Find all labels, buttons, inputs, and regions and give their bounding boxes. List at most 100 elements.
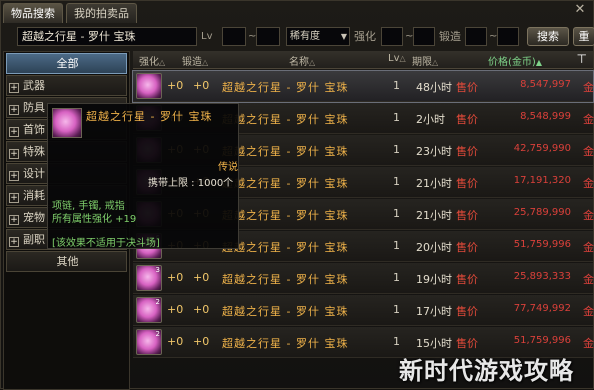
col-lv[interactable]: Lv△ [388, 53, 406, 64]
row-enhance: +0 [167, 335, 184, 348]
lv-min-input[interactable] [222, 27, 246, 46]
pin-icon[interactable]: ⊤ [577, 52, 587, 66]
row-currency: 金币 [583, 305, 594, 318]
row-currency: 金币 [583, 241, 594, 254]
sort-icon: △ [399, 54, 406, 63]
expand-icon: + [9, 171, 19, 181]
expand-icon: + [9, 215, 19, 225]
row-deadline: 20小时 [416, 241, 452, 254]
row-lv: 1 [393, 239, 400, 252]
enhance-label: 强化 [354, 30, 376, 43]
table-row[interactable]: 2 +0 +0 超越之行星 - 罗什 宝珠 1 17小时售价 77,749,992 金币 [133, 295, 594, 326]
sort-icon: △ [159, 58, 166, 67]
tab-item-search[interactable]: 物品搜索 [3, 3, 63, 23]
sort-icon: △ [309, 58, 316, 67]
sort-icon: △ [432, 58, 439, 67]
row-sell-label: 售价 [456, 337, 478, 350]
stack-badge: 2 [155, 298, 160, 306]
row-item-name: 超越之行星 - 罗什 宝珠 [222, 81, 349, 94]
row-item-name: 超越之行星 - 罗什 宝珠 [222, 113, 349, 126]
search-row: 超越之行星 - 罗什 宝珠 Lv ~ 稀有度 ▼ 强化 ~ 锻造 ~ 搜索 重 [3, 26, 594, 48]
tooltip-note: [该效果不适用于决斗场] [52, 238, 160, 249]
expand-icon: + [9, 127, 19, 137]
row-price: 8,548,999 [520, 111, 571, 122]
row-sell-label: 售价 [456, 113, 478, 126]
row-item-name: 超越之行星 - 罗什 宝珠 [222, 241, 349, 254]
sort-icon: ▲ [535, 58, 542, 67]
row-sell-label: 售价 [456, 81, 478, 94]
watermark: 新时代游戏攻略 [399, 357, 574, 385]
tab-my-auctions[interactable]: 我的拍卖品 [66, 3, 137, 23]
row-price: 51,759,996 [513, 335, 571, 346]
category-weapon[interactable]: + 武器 [6, 75, 127, 96]
row-lv: 1 [393, 111, 400, 124]
row-enhance: +0 [167, 79, 184, 92]
row-regen: +0 [193, 335, 210, 348]
col-deadline[interactable]: 期限△ [412, 53, 438, 68]
item-name-input[interactable]: 超越之行星 - 罗什 宝珠 [17, 27, 197, 46]
row-lv: 1 [393, 207, 400, 220]
row-sell-label: 售价 [456, 177, 478, 190]
tab-bar: 物品搜索 我的拍卖品 [3, 3, 140, 23]
lv-max-input[interactable] [256, 27, 280, 46]
stack-badge: 3 [155, 266, 160, 274]
category-other[interactable]: 其他 [6, 251, 127, 272]
table-row[interactable]: +0 +0 超越之行星 - 罗什 宝珠 1 48小时售价 8,547,997 金币 [132, 70, 594, 103]
col-price[interactable]: 价格(金币)▲ [488, 53, 542, 68]
row-currency: 金币 [583, 337, 594, 350]
row-item-name: 超越之行星 - 罗什 宝珠 [222, 177, 349, 190]
row-lv: 1 [393, 79, 400, 92]
enhance-min-input[interactable] [381, 27, 403, 46]
row-currency: 金币 [583, 209, 594, 222]
close-icon[interactable]: ✕ [573, 3, 587, 17]
orb-icon [136, 73, 162, 99]
row-price: 77,749,992 [513, 303, 571, 314]
row-item-name: 超越之行星 - 罗什 宝珠 [222, 305, 349, 318]
row-deadline: 19小时 [416, 273, 452, 286]
row-price: 51,759,996 [513, 239, 571, 250]
row-regen: +0 [193, 303, 210, 316]
expand-icon: + [9, 193, 19, 203]
col-name[interactable]: 名称△ [289, 53, 315, 68]
tooltip-attribute: 所有属性强化 +19 [52, 214, 137, 225]
category-all[interactable]: 全部 [6, 53, 127, 74]
row-deadline: 48小时 [416, 81, 452, 94]
rarity-value: 稀有度 [290, 31, 320, 42]
row-deadline: 21小时 [416, 209, 452, 222]
row-price: 17,191,320 [513, 175, 571, 186]
rarity-dropdown[interactable]: 稀有度 ▼ [286, 27, 350, 46]
row-lv: 1 [393, 303, 400, 316]
tooltip-rarity: 传说 [218, 162, 238, 173]
row-lv: 1 [393, 143, 400, 156]
enhance-max-input[interactable] [413, 27, 435, 46]
lv-label: Lv [201, 31, 213, 42]
row-item-name: 超越之行星 - 罗什 宝珠 [222, 273, 349, 286]
row-price: 42,759,990 [513, 143, 571, 154]
table-row[interactable]: 3 +0 +0 超越之行星 - 罗什 宝珠 1 19小时售价 25,893,333 金币 [133, 263, 594, 294]
row-price: 8,547,997 [520, 79, 571, 90]
row-item-name: 超越之行星 - 罗什 宝珠 [222, 337, 349, 350]
row-sell-label: 售价 [456, 241, 478, 254]
orb-icon: 2 [136, 329, 162, 355]
row-currency: 金币 [583, 145, 594, 158]
row-regen: +0 [193, 271, 210, 284]
row-item-name: 超越之行星 - 罗什 宝珠 [222, 209, 349, 222]
row-item-name: 超越之行星 - 罗什 宝珠 [222, 145, 349, 158]
row-price: 25,893,333 [513, 271, 571, 282]
reset-button[interactable]: 重 [573, 27, 594, 46]
search-button[interactable]: 搜索 [527, 27, 569, 46]
tooltip-carry-limit: 携带上限 : 1000个 [148, 178, 234, 189]
col-enhance[interactable]: 强化△ [139, 53, 165, 68]
stack-badge: 2 [155, 330, 160, 338]
row-lv: 1 [393, 175, 400, 188]
sort-icon: △ [202, 58, 209, 67]
row-lv: 1 [393, 271, 400, 284]
regen-max-input[interactable] [497, 27, 519, 46]
auction-window: 物品搜索 我的拍卖品 ✕ 超越之行星 - 罗什 宝珠 Lv ~ 稀有度 ▼ 强化… [0, 0, 594, 390]
regen-min-input[interactable] [465, 27, 487, 46]
regen-label: 锻造 [439, 30, 461, 43]
row-enhance: +0 [167, 271, 184, 284]
col-regen[interactable]: 锻造△ [182, 53, 208, 68]
expand-icon: + [9, 237, 19, 247]
row-currency: 金币 [583, 273, 594, 286]
